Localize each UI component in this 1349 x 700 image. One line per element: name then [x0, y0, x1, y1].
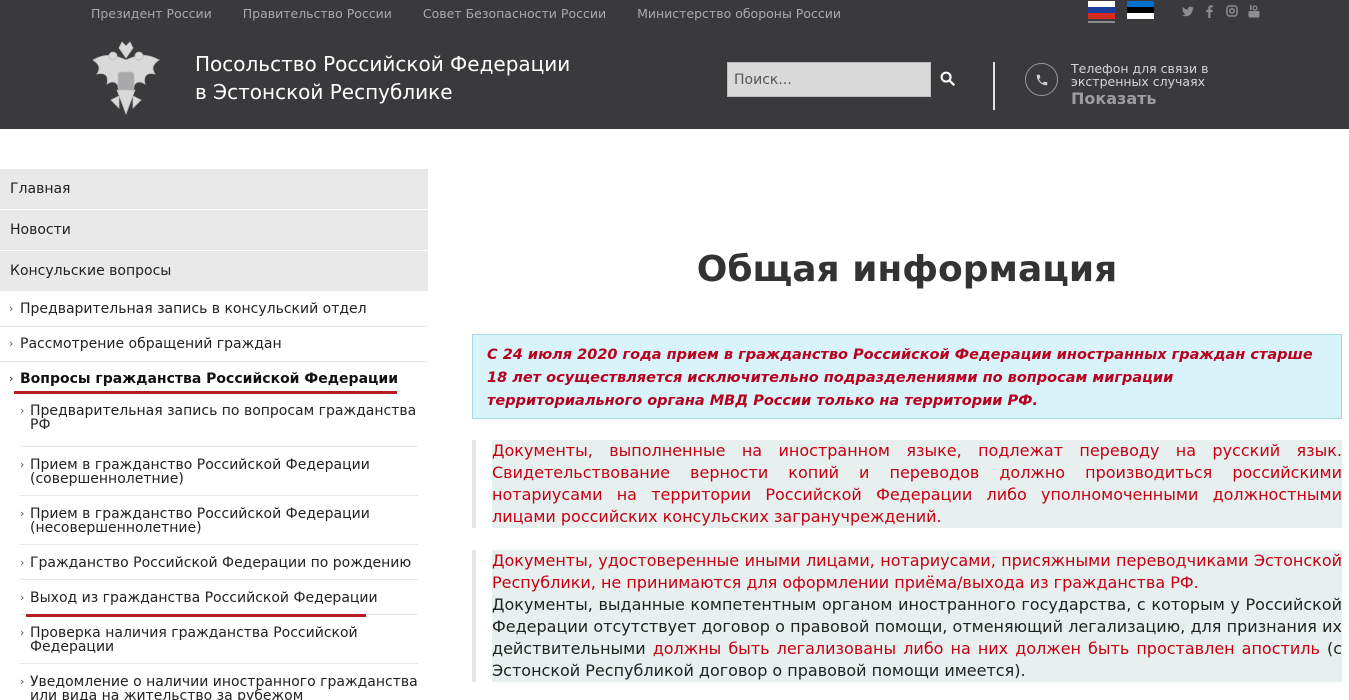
- top-link-government[interactable]: Правительство России: [243, 6, 392, 21]
- sidebar-sub3-renunciation[interactable]: › Выход из гражданства Российской Федера…: [20, 580, 418, 615]
- page-title: Общая информация: [696, 249, 1118, 290]
- emergency-phone-label: Телефон для связи в экстренных случаях: [1071, 61, 1209, 89]
- twitter-icon[interactable]: [1181, 4, 1194, 18]
- translation-requirements-text: Документы, выполненные на иностранном яз…: [492, 440, 1342, 528]
- search-button[interactable]: [931, 62, 963, 97]
- sidebar-item-consular[interactable]: Консульские вопросы: [0, 251, 428, 292]
- chevron-right-icon: ›: [9, 302, 14, 315]
- embassy-title-line2: в Эстонской Республике: [195, 80, 453, 104]
- sidebar-item-home[interactable]: Главная: [0, 169, 428, 210]
- sidebar-sub3-foreign-citizenship-notice[interactable]: › Уведомление о наличии иностранного гра…: [20, 664, 418, 700]
- embassy-title-line1: Посольство Российской Федерации: [195, 52, 571, 76]
- sidebar-sub3-label: Выход из гражданства Российской Федераци…: [30, 590, 378, 606]
- top-links: Президент России Правительство России Со…: [91, 6, 841, 21]
- citizenship-notice: С 24 июля 2020 года прием в гражданство …: [472, 334, 1342, 419]
- instagram-icon[interactable]: [1225, 4, 1238, 18]
- top-link-defense-ministry[interactable]: Министерство обороны России: [637, 6, 841, 21]
- show-phone-link[interactable]: Показать: [1071, 89, 1157, 108]
- sidebar-sub3-admission-minors[interactable]: › Прием в гражданство Российской Федерац…: [20, 496, 418, 545]
- chevron-right-icon: ›: [9, 337, 14, 350]
- sidebar-sub3-label: Предварительная запись по вопросам гражд…: [30, 403, 417, 433]
- apostille-requirement-text: должны быть легализованы либо на них дол…: [652, 639, 1320, 658]
- documents-legalization-quote: Документы, удостоверенные иными лицами, …: [472, 550, 1342, 682]
- search-box: [727, 62, 963, 97]
- sidebar-subitem-label: Вопросы гражданства Российской Федерации: [20, 371, 399, 387]
- sidebar-sub3-citizenship-appointment[interactable]: › Предварительная запись по вопросам гра…: [20, 397, 418, 447]
- sidebar-item-news[interactable]: Новости: [0, 210, 428, 251]
- embassy-title[interactable]: Посольство Российской Федерации в Эстонс…: [195, 50, 570, 106]
- chevron-right-icon: ›: [20, 675, 25, 688]
- facebook-icon[interactable]: [1203, 4, 1216, 18]
- top-link-security-council[interactable]: Совет Безопасности России: [423, 6, 606, 21]
- chevron-right-icon: ›: [20, 556, 25, 569]
- sidebar-sub3-admission-adults[interactable]: › Прием в гражданство Российской Федерац…: [20, 447, 418, 496]
- youtube-icon[interactable]: [1247, 4, 1260, 18]
- sidebar-subitem-label: Рассмотрение обращений граждан: [20, 336, 282, 352]
- russia-flag[interactable]: [1088, 1, 1115, 23]
- translation-requirements-quote: Документы, выполненные на иностранном яз…: [472, 440, 1342, 528]
- chevron-right-icon: ›: [20, 591, 25, 604]
- chevron-right-icon: ›: [20, 404, 25, 417]
- social-links: [1181, 4, 1260, 18]
- sidebar-sub3-citizenship-by-birth[interactable]: › Гражданство Российской Федерации по ро…: [20, 545, 418, 580]
- top-bar: Президент России Правительство России Со…: [0, 0, 1349, 28]
- sidebar-sub3-label: Уведомление о наличии иностранного гражд…: [30, 674, 418, 700]
- estonia-flag[interactable]: [1127, 1, 1154, 19]
- sidebar-sub3-citizenship-check[interactable]: › Проверка наличия гражданства Российско…: [20, 615, 418, 664]
- sidebar-subitem-consular-appointment[interactable]: › Предварительная запись в консульский о…: [0, 292, 428, 327]
- sidebar-sub3-label: Проверка наличия гражданства Российской …: [30, 625, 358, 655]
- chevron-right-icon: ›: [20, 507, 25, 520]
- phone-icon: [1025, 63, 1058, 96]
- sidebar-sub3-label: Прием в гражданство Российской Федерации…: [30, 457, 370, 487]
- estonian-documents-text: Документы, удостоверенные иными лицами, …: [492, 551, 1342, 592]
- chevron-right-icon: ›: [9, 372, 14, 385]
- coat-of-arms-logo[interactable]: [89, 38, 163, 120]
- sidebar-sub3-label: Прием в гражданство Российской Федерации…: [30, 506, 370, 536]
- header-divider: [993, 62, 995, 110]
- sidebar-sub3-label: Гражданство Российской Федерации по рожд…: [30, 555, 412, 571]
- active-underline: [14, 391, 397, 394]
- sidebar-subitem-citizen-appeals[interactable]: › Рассмотрение обращений граждан: [0, 327, 428, 362]
- chevron-right-icon: ›: [20, 458, 25, 471]
- search-icon: [940, 71, 955, 89]
- chevron-right-icon: ›: [20, 626, 25, 639]
- sidebar-subitem-label: Предварительная запись в консульский отд…: [20, 301, 367, 317]
- top-link-president[interactable]: Президент России: [91, 6, 212, 21]
- sidebar-nav: Главная Новости Консульские вопросы › Пр…: [0, 169, 428, 700]
- search-input[interactable]: [727, 62, 931, 97]
- documents-legalization-text: Документы, удостоверенные иными лицами, …: [492, 550, 1342, 682]
- hover-underline: [26, 614, 366, 617]
- site-header: Посольство Российской Федерации в Эстонс…: [0, 28, 1349, 129]
